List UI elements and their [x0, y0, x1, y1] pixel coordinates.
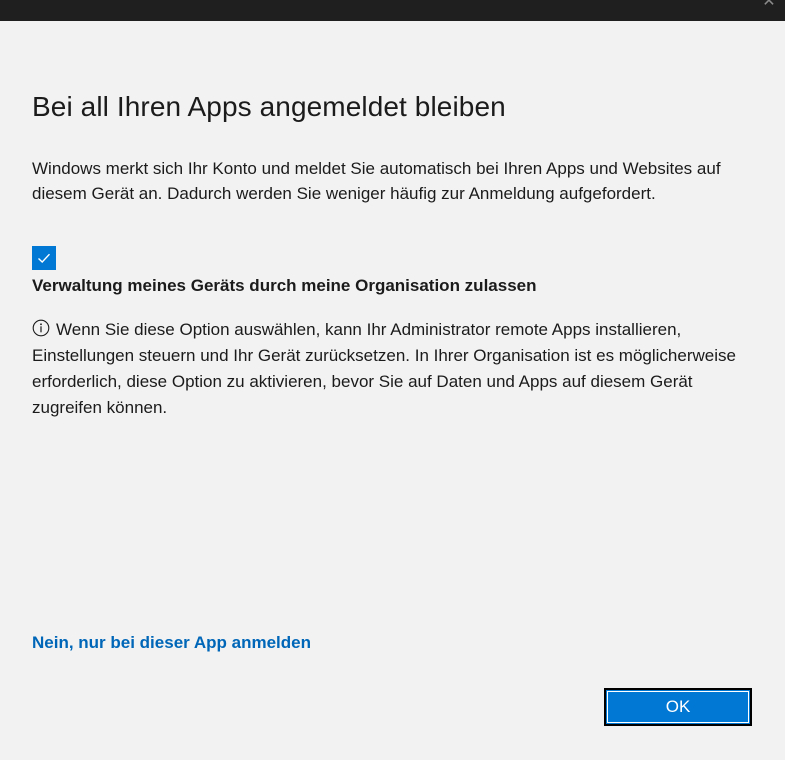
- window-titlebar: ✕: [0, 0, 785, 21]
- app-only-signin-link[interactable]: Nein, nur bei dieser App anmelden: [32, 633, 311, 653]
- ok-button[interactable]: OK: [604, 688, 752, 726]
- info-circle-icon: [32, 319, 50, 337]
- page-title: Bei all Ihren Apps angemeldet bleiben: [32, 91, 506, 122]
- info-text: Wenn Sie diese Option auswählen, kann Ih…: [32, 320, 736, 417]
- checkbox-label[interactable]: Verwaltung meines Geräts durch meine Org…: [32, 276, 537, 296]
- close-icon[interactable]: ✕: [761, 0, 777, 10]
- manage-device-checkbox[interactable]: [32, 246, 56, 270]
- checkmark-icon: [38, 253, 51, 263]
- info-block: Wenn Sie diese Option auswählen, kann Ih…: [32, 317, 762, 421]
- description-text: Windows merkt sich Ihr Konto und meldet …: [32, 159, 721, 203]
